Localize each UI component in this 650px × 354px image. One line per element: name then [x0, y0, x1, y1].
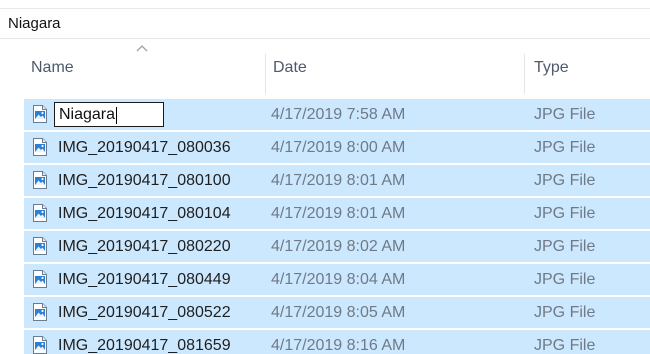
file-name: IMG_20190417_080100 [58, 172, 231, 189]
file-row[interactable]: IMG_20190417_080100 4/17/2019 8:01 AM JPG … [24, 165, 650, 196]
text-cursor [116, 107, 117, 124]
file-type: JPG File [534, 205, 596, 222]
file-row[interactable]: IMG_20190417_080036 4/17/2019 8:00 AM JPG … [24, 132, 650, 163]
file-date: 4/17/2019 8:05 AM [271, 304, 406, 321]
image-file-icon [33, 171, 47, 189]
file-date: 4/17/2019 8:04 AM [271, 271, 406, 288]
image-file-icon [33, 237, 47, 255]
file-list: Niagara 4/17/2019 7:58 AM JPG File IMG_201… [24, 99, 650, 354]
file-type: JPG File [534, 304, 596, 321]
file-type: JPG File [534, 238, 596, 255]
image-file-icon [33, 336, 47, 354]
image-file-icon [33, 105, 47, 123]
file-name: IMG_20190417_080036 [58, 139, 231, 156]
file-date: 4/17/2019 8:02 AM [271, 238, 406, 255]
column-divider[interactable] [524, 54, 525, 94]
file-row[interactable]: IMG_20190417_080449 4/17/2019 8:04 AM JPG … [24, 264, 650, 295]
file-name: IMG_20190417_080104 [58, 205, 231, 222]
file-name: IMG_20190417_080522 [58, 304, 231, 321]
image-file-icon [33, 270, 47, 288]
file-date: 4/17/2019 8:00 AM [271, 139, 406, 156]
column-divider[interactable] [265, 54, 266, 94]
file-type: JPG File [534, 106, 596, 123]
file-type: JPG File [534, 172, 596, 189]
file-date: 4/17/2019 8:16 AM [271, 337, 406, 354]
rename-input[interactable]: Niagara [54, 102, 164, 127]
file-row[interactable]: Niagara 4/17/2019 7:58 AM JPG File [24, 99, 650, 130]
file-name: IMG_20190417_081659 [58, 337, 231, 354]
column-header-date[interactable]: Date [273, 59, 307, 77]
file-date: 4/17/2019 8:01 AM [271, 172, 406, 189]
image-file-icon [33, 204, 47, 222]
file-date: 4/17/2019 7:58 AM [271, 106, 406, 123]
address-bar[interactable]: Niagara [0, 9, 650, 39]
file-type: JPG File [534, 271, 596, 288]
current-folder-path: Niagara [8, 15, 61, 32]
image-file-icon [33, 138, 47, 156]
file-type: JPG File [534, 337, 596, 354]
rename-input-text: Niagara [59, 106, 116, 123]
column-header-type[interactable]: Type [534, 59, 569, 77]
file-row[interactable]: IMG_20190417_080104 4/17/2019 8:01 AM JPG … [24, 198, 650, 229]
file-type: JPG File [534, 139, 596, 156]
sort-ascending-icon[interactable] [134, 42, 150, 54]
column-header-row: Name Date Type [0, 40, 650, 100]
column-header-name[interactable]: Name [31, 59, 74, 77]
file-row[interactable]: IMG_20190417_080522 4/17/2019 8:05 AM JPG … [24, 297, 650, 328]
image-file-icon [33, 303, 47, 321]
file-date: 4/17/2019 8:01 AM [271, 205, 406, 222]
file-row[interactable]: IMG_20190417_080220 4/17/2019 8:02 AM JPG … [24, 231, 650, 262]
file-row[interactable]: IMG_20190417_081659 4/17/2019 8:16 AM JPG … [24, 330, 650, 354]
file-name: IMG_20190417_080220 [58, 238, 231, 255]
file-name: IMG_20190417_080449 [58, 271, 231, 288]
